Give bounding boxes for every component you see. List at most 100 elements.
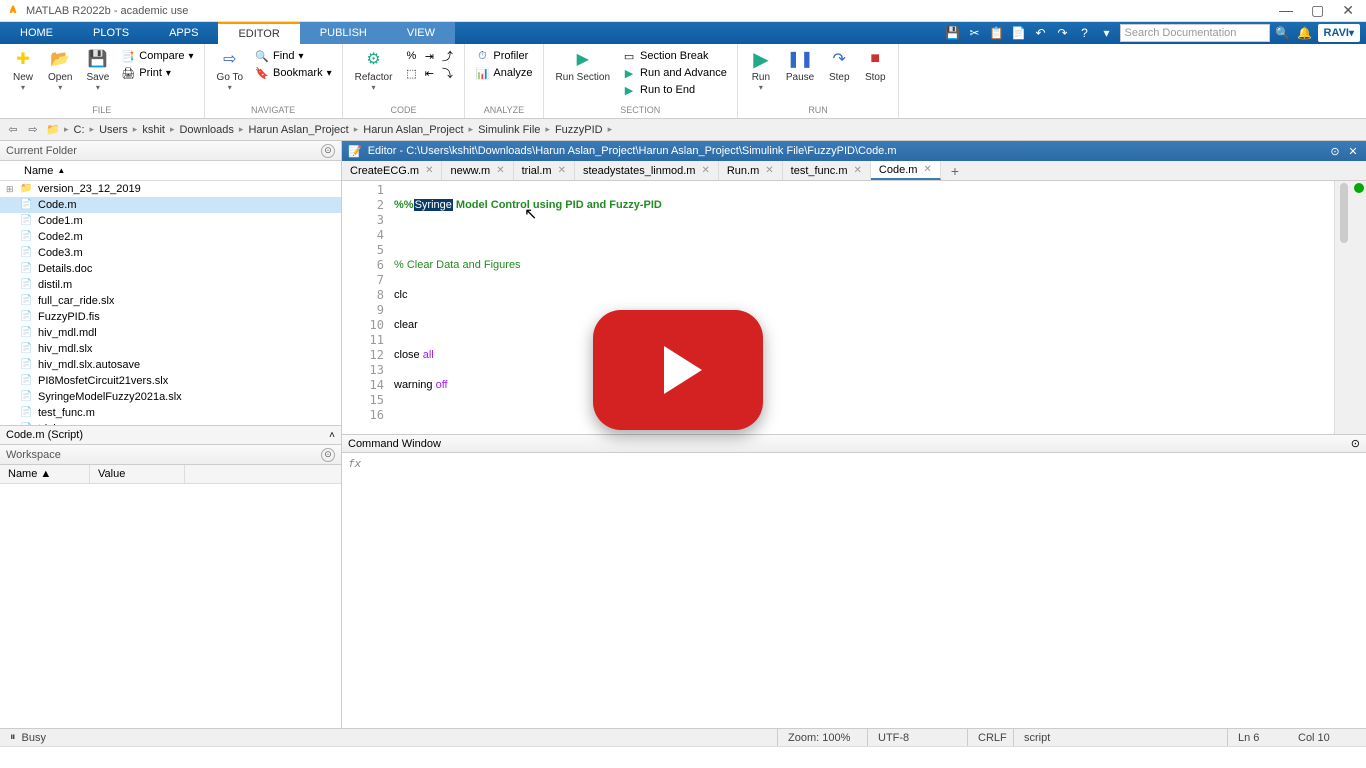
close-icon[interactable]: ✕ xyxy=(765,165,773,176)
tab-publish[interactable]: PUBLISH xyxy=(300,22,387,44)
file-row[interactable]: 📄hiv_mdl.slx.autosave xyxy=(0,357,341,373)
breadcrumb-segment[interactable]: Downloads xyxy=(176,124,236,136)
tab-apps[interactable]: APPS xyxy=(149,22,218,44)
file-row[interactable]: 📄full_car_ride.slx xyxy=(0,293,341,309)
editor-dock-button[interactable]: ⊙ xyxy=(1328,144,1342,158)
search-icon[interactable]: 🔍 xyxy=(1274,24,1292,42)
save-icon[interactable]: 💾 xyxy=(944,24,962,42)
ws-name-col[interactable]: Name ▲ xyxy=(0,465,90,483)
editor-tab-active[interactable]: Code.m✕ xyxy=(871,161,941,180)
editor-scrollbar[interactable] xyxy=(1334,181,1352,434)
undo-icon[interactable]: ↶ xyxy=(1032,24,1050,42)
ws-value-col[interactable]: Value xyxy=(90,465,185,483)
help-icon[interactable]: ? xyxy=(1076,24,1094,42)
file-row[interactable]: 📄Code1.m xyxy=(0,213,341,229)
code-icon2[interactable]: ⬚⇤⤵ xyxy=(400,65,458,81)
command-window-body[interactable]: fx xyxy=(342,453,1366,728)
group-run-label: RUN xyxy=(744,105,892,116)
run-section-button[interactable]: ▶Run Section xyxy=(550,46,616,85)
close-icon[interactable]: ✕ xyxy=(923,164,931,175)
profiler-button[interactable]: ⏱Profiler xyxy=(471,48,536,64)
file-row[interactable]: 📄SyringeModelFuzzy2021a.slx xyxy=(0,389,341,405)
run-to-end-button[interactable]: ▶Run to End xyxy=(618,82,731,98)
folder-row[interactable]: ⊞📁version_23_12_2019 xyxy=(0,181,341,197)
stop-button[interactable]: ■Stop xyxy=(858,46,892,85)
file-row[interactable]: 📄FuzzyPID.fis xyxy=(0,309,341,325)
tab-view[interactable]: VIEW xyxy=(387,22,455,44)
tab-home[interactable]: HOME xyxy=(0,22,73,44)
tab-editor[interactable]: EDITOR xyxy=(218,22,299,44)
new-tab-button[interactable]: + xyxy=(941,161,969,180)
compare-button[interactable]: 📑Compare ▾ xyxy=(117,48,197,64)
file-row[interactable]: 📄Details.doc xyxy=(0,261,341,277)
breadcrumb-segment[interactable]: FuzzyPID xyxy=(552,124,606,136)
titlebar: MATLAB R2022b - academic use — ▢ ✕ xyxy=(0,0,1366,22)
breadcrumb-segment[interactable]: Users xyxy=(96,124,131,136)
user-badge[interactable]: RAVI ▾ xyxy=(1318,24,1361,42)
panel-menu-button[interactable]: ⊙ xyxy=(321,144,335,158)
file-row[interactable]: 📄hiv_mdl.slx xyxy=(0,341,341,357)
bell-icon[interactable]: 🔔 xyxy=(1296,24,1314,42)
breadcrumb-segment[interactable]: Simulink File xyxy=(475,124,543,136)
status-zoom[interactable]: Zoom: 100% xyxy=(778,729,868,746)
dropdown-icon[interactable]: ▾ xyxy=(1098,24,1116,42)
editor-tab[interactable]: test_func.m✕ xyxy=(783,161,871,180)
close-icon[interactable]: ✕ xyxy=(425,165,433,176)
editor-body[interactable]: 12345678910111213141516 %%Syringe Model … xyxy=(342,181,1366,434)
video-play-overlay[interactable] xyxy=(593,310,763,430)
search-documentation-input[interactable]: Search Documentation xyxy=(1120,24,1270,42)
redo-icon[interactable]: ↷ xyxy=(1054,24,1072,42)
breadcrumb-segment[interactable]: kshit xyxy=(139,124,168,136)
file-row[interactable]: 📄PI8MosfetCircuit21vers.slx xyxy=(0,373,341,389)
find-button[interactable]: 🔍Find ▾ xyxy=(251,48,336,64)
close-icon[interactable]: ✕ xyxy=(558,165,566,176)
breadcrumb-segment[interactable]: Harun Aslan_Project xyxy=(360,124,466,136)
file-row[interactable]: 📄hiv_mdl.mdl xyxy=(0,325,341,341)
new-button[interactable]: ✚New▾ xyxy=(6,46,40,94)
file-row[interactable]: 📄Code.m xyxy=(0,197,341,213)
open-button[interactable]: 📂Open▾ xyxy=(42,46,78,94)
forward-button[interactable]: ⇨ xyxy=(24,121,42,139)
panel-menu-button[interactable]: ⊙ xyxy=(1351,437,1360,450)
up-folder-button[interactable]: 📁 xyxy=(44,121,62,139)
file-row[interactable]: 📄test_func.m xyxy=(0,405,341,421)
close-icon[interactable]: ✕ xyxy=(496,165,504,176)
close-icon[interactable]: ✕ xyxy=(854,165,862,176)
pause-button[interactable]: ❚❚Pause xyxy=(780,46,820,85)
paste-icon[interactable]: 📄 xyxy=(1010,24,1028,42)
code-icon1[interactable]: %⇥⤴ xyxy=(400,48,458,64)
file-row[interactable]: 📄Code3.m xyxy=(0,245,341,261)
close-button[interactable]: ✕ xyxy=(1342,2,1354,19)
print-button[interactable]: 🖨Print ▾ xyxy=(117,65,197,81)
run-button[interactable]: ▶Run▾ xyxy=(744,46,778,94)
step-button[interactable]: ↷Step xyxy=(822,46,856,85)
refactor-button[interactable]: ⚙Refactor▾ xyxy=(349,46,399,94)
editor-tab[interactable]: Run.m✕ xyxy=(719,161,783,180)
file-row[interactable]: 📄distil.m xyxy=(0,277,341,293)
file-name-column[interactable]: Name▲ xyxy=(0,161,341,181)
editor-tab[interactable]: neww.m✕ xyxy=(442,161,513,180)
goto-button[interactable]: ⇨Go To▾ xyxy=(211,46,250,94)
section-break-button[interactable]: ▭Section Break xyxy=(618,48,731,64)
breadcrumb-segment[interactable]: C: xyxy=(71,124,88,136)
editor-tab[interactable]: steadystates_linmod.m✕ xyxy=(575,161,719,180)
cut-icon[interactable]: ✂ xyxy=(966,24,984,42)
minimize-button[interactable]: — xyxy=(1279,2,1293,19)
toolstrip-tabs: HOME PLOTS APPS EDITOR PUBLISH VIEW 💾 ✂ … xyxy=(0,22,1366,44)
bookmark-button[interactable]: 🔖Bookmark ▾ xyxy=(251,65,336,81)
tab-plots[interactable]: PLOTS xyxy=(73,22,149,44)
file-row[interactable]: 📄Code2.m xyxy=(0,229,341,245)
maximize-button[interactable]: ▢ xyxy=(1311,2,1324,19)
editor-tab[interactable]: trial.m✕ xyxy=(514,161,575,180)
copy-icon[interactable]: 📋 xyxy=(988,24,1006,42)
breadcrumb-segment[interactable]: Harun Aslan_Project xyxy=(245,124,351,136)
editor-tab[interactable]: CreateECG.m✕ xyxy=(342,161,442,180)
run-advance-button[interactable]: ▶Run and Advance xyxy=(618,65,731,81)
analyze-button[interactable]: 📊Analyze xyxy=(471,65,536,81)
close-icon[interactable]: ✕ xyxy=(701,165,709,176)
panel-menu-button[interactable]: ⊙ xyxy=(321,448,335,462)
code-details-header[interactable]: Code.m (Script)˄ xyxy=(0,425,341,445)
editor-close-button[interactable]: ✕ xyxy=(1346,144,1360,158)
save-button[interactable]: 💾Save▾ xyxy=(80,46,115,94)
back-button[interactable]: ⇦ xyxy=(4,121,22,139)
